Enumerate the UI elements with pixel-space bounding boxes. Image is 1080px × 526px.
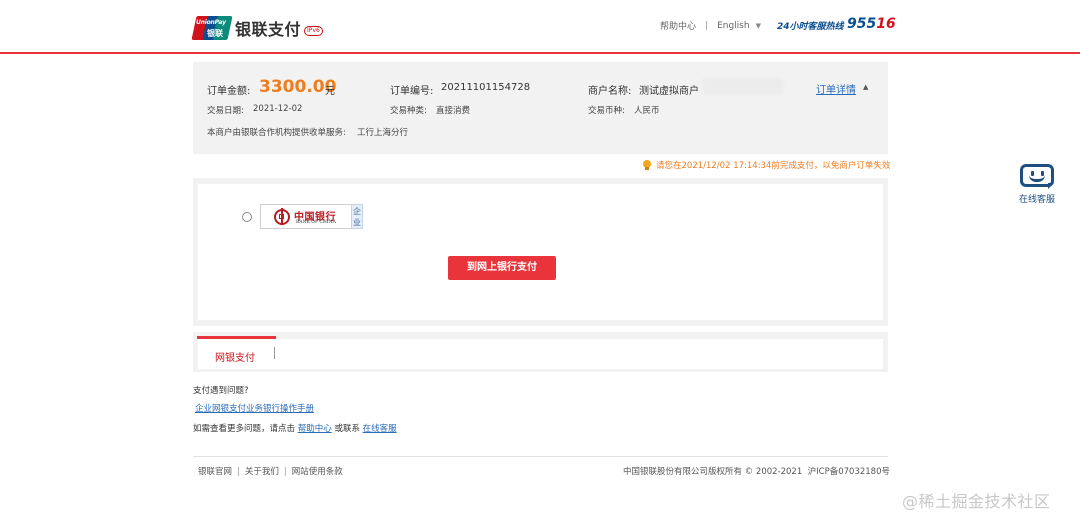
boc-logo-icon (274, 208, 290, 225)
language-selector[interactable]: English (717, 21, 750, 31)
chevron-up-icon[interactable]: ▲ (863, 83, 868, 91)
bank-selection-panel: 中国银行 BANK OF CHINA 企业 到网上银行支付 (193, 178, 888, 326)
amount-unit: 元 (325, 86, 335, 97)
payment-tabs (193, 332, 888, 372)
warning-text: 请您在2021/12/02 17:14:34前完成支付，以免商户订单失效 (656, 161, 891, 171)
chevron-down-icon[interactable]: ▼ (756, 22, 761, 30)
unionpay-logo[interactable]: UnionPay 银联 银联支付 IPv6 (191, 16, 323, 40)
footer-terms-link[interactable]: 网站使用条款 (292, 467, 343, 477)
tab-online-banking[interactable]: 网银支付 (215, 349, 255, 364)
footer-about-link[interactable]: 关于我们 (245, 467, 279, 477)
order-info-panel: 订单金额: 3300.00 元 订单编号: 20211101154728 商户名… (193, 62, 888, 154)
header-nav: 帮助中心 | English ▼ (660, 19, 761, 33)
type-value: 直接消费 (436, 106, 471, 116)
help-question: 支付遇到问题? (193, 386, 249, 396)
online-service-link[interactable]: 在线客服 (363, 424, 397, 434)
copyright-text: 中国银联股份有限公司版权所有 © 2002-2021 (623, 467, 803, 477)
amount-label: 订单金额: (207, 86, 251, 97)
hotline-number-part1: 955 (847, 16, 877, 32)
date-label: 交易日期: (207, 106, 244, 116)
corporate-tag: 企业 (351, 204, 363, 229)
hotline-number-part2: 16 (876, 16, 896, 32)
top-header: UnionPay 银联 银联支付 IPv6 帮助中心 | English ▼ 2… (0, 0, 1080, 52)
help-more-prefix: 如需查看更多问题，请点击 (193, 424, 296, 434)
ipv6-badge: IPv6 (304, 26, 323, 36)
help-more-text: 如需查看更多问题，请点击 帮助中心 或联系 在线客服 (193, 422, 397, 434)
logo-title: 银联支付 (235, 20, 302, 39)
merchant-value: 测试虚拟商户 (639, 86, 699, 97)
currency-value: 人民币 (634, 106, 660, 116)
footer-copyright: 中国银联股份有限公司版权所有 © 2002-2021 沪ICP备07032180… (623, 465, 890, 477)
bank-option-boc[interactable]: 中国银行 BANK OF CHINA (260, 204, 352, 229)
tab-divider (274, 347, 275, 359)
help-center-link[interactable]: 帮助中心 (660, 19, 696, 32)
bank-name-en: BANK OF CHINA (296, 220, 336, 225)
hotline-label: 24小时客服热线 (777, 22, 844, 32)
payment-deadline-warning: 请您在2021/12/02 17:14:34前完成支付，以免商户订单失效 (643, 159, 890, 171)
date-value: 2021-12-02 (253, 104, 303, 114)
active-tab-indicator (197, 336, 276, 339)
footer-links: 银联官网 | 关于我们 | 网站使用条款 (198, 467, 343, 477)
order-detail-link[interactable]: 订单详情 (816, 81, 856, 96)
bank-radio-boc[interactable] (242, 212, 252, 222)
unionpay-logo-icon: UnionPay 银联 (191, 16, 233, 40)
operation-manual-link[interactable]: 企业网银支付业务银行操作手册 (195, 402, 314, 414)
bank-selection-inner: 中国银行 BANK OF CHINA 企业 到网上银行支付 (198, 184, 883, 320)
pay-online-bank-button[interactable]: 到网上银行支付 (448, 256, 556, 280)
watermark: @稀土掘金技术社区 (902, 492, 1051, 511)
online-service-widget-label[interactable]: 在线客服 (1019, 192, 1055, 205)
help-center-footer-link[interactable]: 帮助中心 (298, 424, 332, 434)
footer-divider (193, 456, 888, 457)
order-no-value: 20211101154728 (441, 82, 531, 93)
hotline-number: 95516 (847, 16, 896, 32)
footer-official-site-link[interactable]: 银联官网 (198, 467, 232, 477)
nav-divider: | (705, 20, 709, 31)
acquirer-text: 本商户由银联合作机构提供收单服务: (207, 128, 346, 138)
order-no-label: 订单编号: (390, 86, 434, 97)
lightbulb-icon (643, 159, 651, 171)
header-divider (0, 52, 1080, 54)
redacted-area (703, 78, 783, 94)
logo-en-text: UnionPay (196, 19, 226, 26)
merchant-label: 商户名称: (588, 86, 632, 97)
icp-text[interactable]: 沪ICP备07032180号 (808, 467, 890, 477)
acquirer-value: 工行上海分行 (357, 128, 409, 138)
help-more-middle: 或联系 (334, 424, 360, 434)
currency-label: 交易币种: (588, 106, 625, 116)
type-label: 交易种类: (390, 106, 427, 116)
logo-cn-mark: 银联 (207, 29, 223, 38)
